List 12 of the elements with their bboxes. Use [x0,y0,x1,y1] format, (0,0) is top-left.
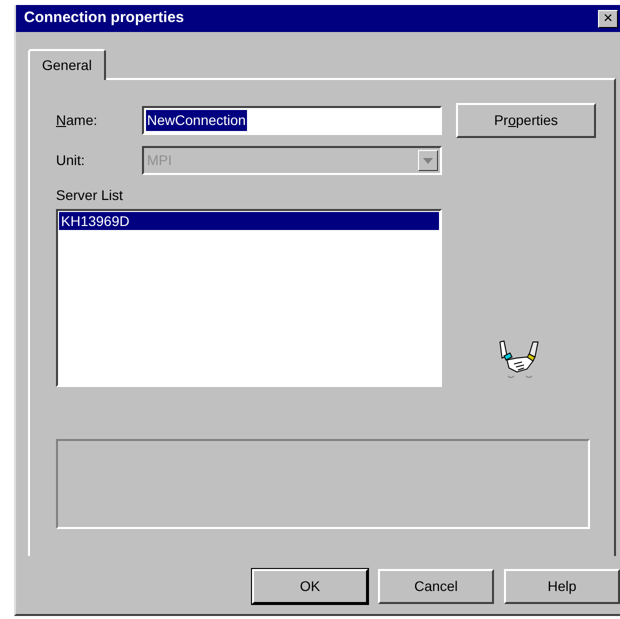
field-label: Unit: [56,151,86,170]
window-title: Connection properties [24,8,184,28]
dialog-button[interactable]: Cancel [378,569,494,604]
dialog-button[interactable]: OK [252,569,368,604]
dialog-button[interactable]: Help [504,569,620,604]
properties-button[interactable]: Properties [456,103,596,138]
list-label: Server List [56,186,124,205]
close-button[interactable]: × [598,10,618,28]
name-field[interactable]: NewConnection [142,106,442,135]
tab[interactable]: General [28,49,106,80]
field-label: Name: [56,111,98,130]
list-item[interactable]: KH13969D [59,212,439,230]
